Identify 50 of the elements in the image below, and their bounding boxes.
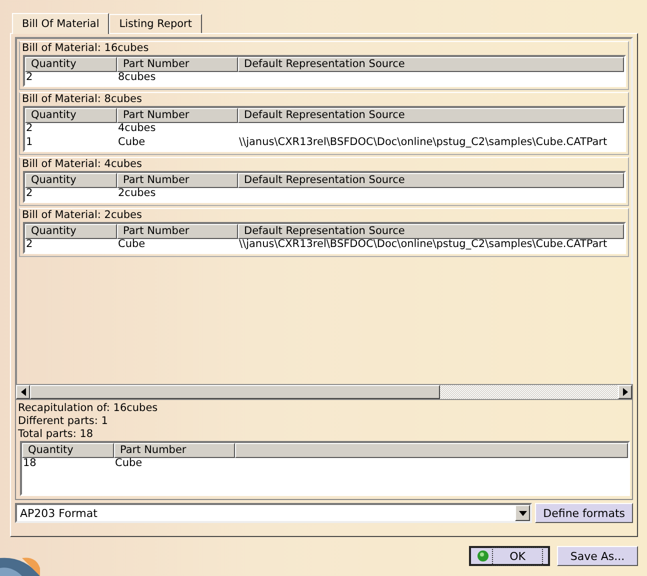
- column-header[interactable]: Part Number: [114, 443, 235, 458]
- column-header[interactable]: Part Number: [117, 108, 238, 123]
- right-arrow-icon: [622, 388, 628, 396]
- table-cell-text: 18: [22, 457, 38, 471]
- scroll-right-button[interactable]: [618, 385, 632, 399]
- section-title: Bill of Material: 8cubes: [21, 93, 143, 106]
- define-formats-button[interactable]: Define formats: [535, 503, 633, 523]
- column-header[interactable]: Default Representation Source: [238, 57, 624, 72]
- tab[interactable]: Bill Of Material: [12, 13, 110, 34]
- column-header[interactable]: Default Representation Source: [238, 108, 624, 123]
- column-header[interactable]: Default Representation Source: [238, 224, 624, 239]
- table-cell-text: Cube: [117, 136, 146, 150]
- left-arrow-icon: [20, 388, 26, 396]
- table-cell-text: Cube: [117, 238, 146, 252]
- table-cell-text: 2cubes: [117, 187, 157, 201]
- table-cell-text: 2: [25, 71, 34, 85]
- format-dropdown[interactable]: AP203 Format: [15, 503, 532, 523]
- table-cell-text: Cube: [114, 457, 144, 471]
- column-header[interactable]: Quantity: [25, 57, 117, 72]
- horizontal-scrollbar[interactable]: [15, 384, 633, 400]
- table-cell-text: 1: [25, 136, 34, 150]
- table-cell-text: \\janus\CXR13rel\BSFDOC\Doc\online\pstug_C2\samples\Cube.CATPart: [238, 136, 608, 150]
- scroll-thumb[interactable]: [30, 385, 440, 399]
- table-cell-text: 2: [25, 187, 34, 201]
- tab[interactable]: Listing Report: [109, 14, 202, 33]
- section-title: Bill of Material: 4cubes: [21, 158, 143, 171]
- section-title: Bill of Material: 2cubes: [21, 209, 143, 222]
- ok-button[interactable]: OK: [469, 546, 550, 566]
- column-header[interactable]: Part Number: [117, 173, 238, 188]
- section-title: Bill of Material: 16cubes: [21, 42, 150, 55]
- column-header[interactable]: Quantity: [22, 443, 114, 458]
- table-cell-text: 4cubes: [117, 122, 157, 136]
- save-as-button[interactable]: Save As...: [557, 546, 638, 566]
- column-header[interactable]: Quantity: [25, 173, 117, 188]
- table-cell-text: 2: [25, 238, 34, 252]
- summary-text: Recapitulation of: 16cubes: [18, 402, 159, 415]
- table-cell-text: \\janus\CXR13rel\BSFDOC\Doc\online\pstug_C2\samples\Cube.CATPart: [238, 238, 608, 252]
- summary-text: Different parts: 1: [18, 415, 109, 428]
- scroll-left-button[interactable]: [16, 385, 30, 399]
- column-header[interactable]: Quantity: [25, 224, 117, 239]
- dropdown-arrow-icon: [518, 510, 527, 516]
- table-cell-text: 8cubes: [117, 71, 157, 85]
- column-header[interactable]: Default Representation Source: [238, 173, 624, 188]
- status-dot-icon: [477, 550, 489, 562]
- column-header[interactable]: Part Number: [117, 57, 238, 72]
- column-header[interactable]: Part Number: [117, 224, 238, 239]
- summary-text: Total parts: 18: [18, 428, 94, 441]
- table-cell-text: 2: [25, 122, 34, 136]
- logo-drawing: [0, 556, 40, 576]
- column-header[interactable]: Quantity: [25, 108, 117, 123]
